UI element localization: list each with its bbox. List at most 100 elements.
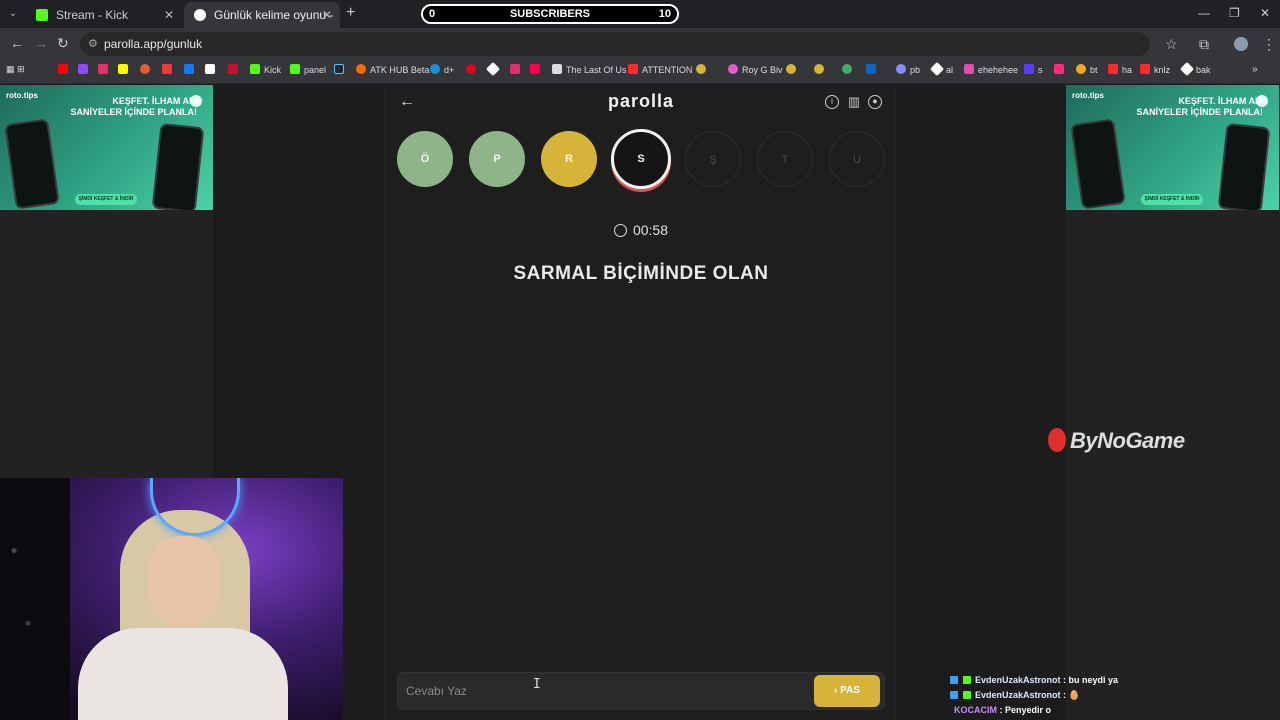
facebook-bookmark-icon[interactable] [184, 64, 198, 75]
letter-circle-u: U [829, 131, 885, 187]
snapchat-bookmark-icon[interactable] [118, 64, 132, 75]
ad-headline: KEŞFET. İLHAM AL. SANİYELER İÇİNDE PLANL… [70, 96, 197, 117]
instagram2-bookmark-icon[interactable] [510, 64, 524, 75]
chevron-right-icon: › [834, 685, 838, 696]
extensions-icon[interactable]: ⧉ [1199, 36, 1209, 53]
linkedin-bookmark-icon[interactable] [866, 64, 880, 75]
more-bookmarks-icon[interactable]: » [1252, 64, 1258, 75]
bynogame-sponsor-logo: ByNoGame [1048, 428, 1185, 454]
bookmark-attention[interactable]: ATTENTION [628, 64, 692, 75]
profile-avatar[interactable] [1234, 37, 1248, 51]
restore-icon[interactable]: ❐ [1229, 6, 1240, 20]
browser-toolbar: ← → ↻ ⚙ parolla.app/gunluk ☆ ⧉ ⋮ [0, 28, 1280, 60]
mushroom-bookmark-icon[interactable] [696, 64, 710, 75]
letter-circle-t: T [757, 131, 813, 187]
chat-message: EvdenUzakAstronot : bu neydi ya [950, 673, 1280, 688]
bookmark-s[interactable]: s [1024, 64, 1043, 75]
instagram-bookmark-icon[interactable] [98, 64, 112, 75]
address-bar[interactable]: ⚙ parolla.app/gunluk [80, 32, 1150, 56]
bookmark-atk-hub[interactable]: ATK HUB Beta [356, 64, 429, 75]
bookmark-dplus[interactable]: d+ [430, 64, 454, 75]
window-close-icon[interactable]: ✕ [1260, 6, 1270, 20]
kick-favicon-icon [36, 9, 48, 21]
bookmark-roy-g-biv[interactable]: Roy G Biv [728, 64, 783, 75]
new-tab-icon[interactable]: + [346, 4, 355, 22]
parolla-game-panel: ← parolla i ▥ ● Ö P R S Ş T U 00:58 SARM… [384, 85, 896, 720]
phone-image [4, 118, 60, 210]
site-info-icon[interactable]: ⚙ [88, 37, 98, 50]
forward-arrow-icon[interactable]: → [34, 35, 48, 51]
ad-cta-button[interactable]: ŞİMDİ KEŞFET & İNDİR [75, 194, 137, 205]
clock-icon [613, 224, 627, 237]
bookmark-pb[interactable]: pb [896, 64, 920, 75]
leaf-bookmark-icon[interactable] [842, 64, 856, 75]
minimize-icon[interactable]: — [1198, 6, 1210, 20]
bookmarks-bar: ▦ ⊞ Kick panel ATK HUB Beta d+ The Last … [0, 60, 1280, 84]
bynogame-logo-icon [1048, 428, 1066, 452]
letter-circle-s-current: S [611, 129, 671, 189]
bookmark-al[interactable]: al [929, 61, 953, 77]
browser-tabstrip: ⌄ Stream - Kick Dashboard ✕ Günlük kelim… [0, 0, 1280, 48]
steam-bookmark-icon[interactable] [334, 64, 348, 75]
answer-input[interactable] [398, 673, 808, 709]
roto-tips-ad-right[interactable]: roto.tips KEŞFET. İLHAM AL. SANİYELER İÇ… [1066, 85, 1279, 210]
tab-kick-dashboard[interactable]: Stream - Kick Dashboard ✕ [26, 2, 182, 48]
info-icon[interactable]: i [825, 95, 839, 109]
mushroom3-bookmark-icon[interactable] [814, 64, 828, 75]
x-bookmark-icon[interactable] [205, 64, 219, 75]
answer-box: › PAS [397, 672, 885, 710]
chat-message: EvdenUzakAstronot : 🥚 [950, 688, 1280, 703]
roto-tips-ad-left[interactable]: roto.tips KEŞFET. İLHAM AL. SANİYELER İÇ… [0, 85, 213, 210]
url-text: parolla.app/gunluk [104, 37, 203, 51]
bookmark-knlz[interactable]: knlz [1140, 64, 1170, 75]
ad-brand: roto.tips [6, 91, 38, 100]
stats-bar-chart-icon[interactable]: ▥ [847, 95, 861, 109]
menu-dots-icon[interactable]: ⋮ [1262, 36, 1276, 53]
parolla-favicon-icon [194, 9, 206, 21]
countdown-timer: 00:58 [385, 222, 897, 238]
streamer-webcam [0, 478, 343, 720]
ad-cta-button[interactable]: ŞİMDİ KEŞFET & İNDİR [1141, 194, 1203, 205]
whatsapp-bookmark-icon[interactable] [140, 64, 154, 75]
phone-image [151, 122, 205, 210]
back-arrow-icon[interactable]: ← [10, 35, 24, 51]
stream-chat-overlay: EvdenUzakAstronot : bu neydi ya EvdenUza… [950, 673, 1280, 720]
pass-button[interactable]: › PAS [814, 675, 880, 707]
chat-badge-icon [962, 676, 971, 684]
pinterest-bookmark-icon[interactable] [466, 64, 480, 75]
letter-circle-o-umlaut: Ö [397, 131, 453, 187]
phone-image [1070, 118, 1126, 210]
ad-dot-icon [1256, 95, 1268, 107]
apps-grid-icon[interactable]: ▦ ⊞ [6, 64, 25, 75]
vivaldi-bookmark-icon[interactable] [162, 64, 176, 75]
right-ad-rail: roto.tips KEŞFET. İLHAM AL. SANİYELER İÇ… [1066, 85, 1280, 720]
reload-icon[interactable]: ↻ [57, 35, 69, 52]
bookmark-the-last-of-us[interactable]: The Last Of Us [552, 64, 627, 75]
bookmark-ha[interactable]: ha [1108, 64, 1132, 75]
tiktok-bookmark-icon[interactable] [530, 64, 544, 75]
bookmark-ehehehee[interactable]: ehehehee [964, 64, 1018, 75]
bookmark-panel[interactable]: panel [290, 64, 326, 75]
pink-bookmark-icon[interactable] [1054, 64, 1068, 75]
bookmark-star-icon[interactable]: ☆ [1165, 36, 1178, 53]
mushroom2-bookmark-icon[interactable] [786, 64, 800, 75]
tab-parolla[interactable]: Günlük kelime oyunu - par ✕ [184, 2, 340, 48]
chat-badge-icon [950, 691, 958, 699]
bookmark-bt[interactable]: bt [1076, 64, 1098, 75]
ad-dot-icon [190, 95, 202, 107]
webcam-person-face [148, 536, 220, 628]
youtube-bookmark-icon[interactable] [58, 64, 72, 75]
bookmark-kick[interactable]: Kick [250, 64, 281, 75]
user-profile-icon[interactable]: ● [868, 95, 882, 109]
letter-circle-r: R [541, 131, 597, 187]
chat-badge-icon [962, 691, 971, 699]
close-tab-icon[interactable]: ✕ [164, 2, 174, 28]
twitch-bookmark-icon[interactable] [78, 64, 92, 75]
close-tab-icon[interactable]: ✕ [322, 2, 332, 28]
letter-wheel: Ö P R S Ş T U [397, 129, 887, 193]
red-bookmark-icon[interactable] [228, 64, 242, 75]
tab-search-chevron-icon[interactable]: ⌄ [4, 4, 22, 24]
bookmark-bak[interactable]: bak [1179, 61, 1211, 77]
bookmark-diamond-icon[interactable] [485, 61, 502, 77]
ad-brand: roto.tips [1072, 91, 1104, 100]
